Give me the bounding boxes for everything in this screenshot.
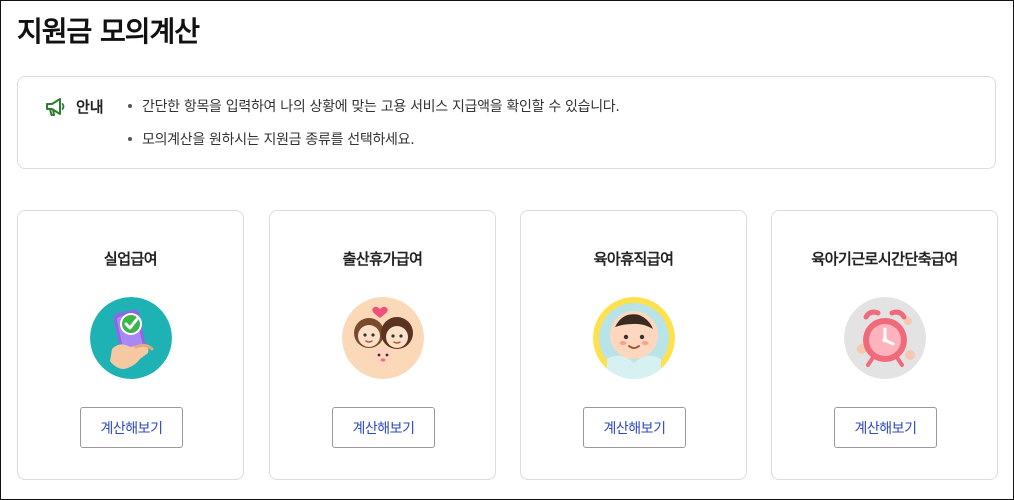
calculate-button[interactable]: 계산해보기: [834, 407, 937, 448]
bullet-icon: [128, 104, 132, 108]
notice-item: 간단한 항목을 입력하여 나의 상황에 맞는 고용 서비스 지급액을 확인할 수…: [128, 96, 620, 116]
notice-header: 안내: [44, 96, 104, 117]
card-title: 출산휴가급여: [342, 250, 423, 268]
notice-label: 안내: [76, 98, 104, 116]
phone-check-illustration: [90, 297, 172, 379]
calculate-button[interactable]: 계산해보기: [583, 407, 686, 448]
alarm-clock-illustration: [844, 297, 926, 379]
card-parental-leave-benefit: 육아휴직급여 계산해보기: [520, 210, 747, 480]
card-maternity-leave-benefit: 출산휴가급여 계산해보기: [269, 210, 496, 480]
calculate-button[interactable]: 계산해보기: [80, 407, 183, 448]
notice-box: 안내 간단한 항목을 입력하여 나의 상황에 맞는 고용 서비스 지급액을 확인…: [17, 76, 996, 169]
notice-list: 간단한 항목을 입력하여 나의 상황에 맞는 고용 서비스 지급액을 확인할 수…: [128, 96, 620, 162]
notice-item-text: 간단한 항목을 입력하여 나의 상황에 맞는 고용 서비스 지급액을 확인할 수…: [142, 99, 620, 115]
card-title: 실업급여: [103, 250, 158, 268]
family-illustration: [342, 297, 424, 379]
card-title: 육아기근로시간단축급여: [811, 250, 958, 268]
notice-item-text: 모의계산을 원하시는 지원금 종류를 선택하세요.: [142, 132, 415, 148]
calculate-button[interactable]: 계산해보기: [332, 407, 435, 448]
card-reduced-hours-benefit: 육아기근로시간단축급여 계산해보기: [771, 210, 998, 480]
page-title: 지원금 모의계산: [17, 15, 200, 48]
notice-item: 모의계산을 원하시는 지원금 종류를 선택하세요.: [128, 129, 620, 149]
baby-illustration: [593, 297, 675, 379]
card-title: 육아휴직급여: [593, 250, 674, 268]
bullet-icon: [128, 137, 132, 141]
card-unemployment-benefit: 실업급여 계산해보기: [17, 210, 244, 480]
megaphone-icon: [44, 97, 66, 117]
